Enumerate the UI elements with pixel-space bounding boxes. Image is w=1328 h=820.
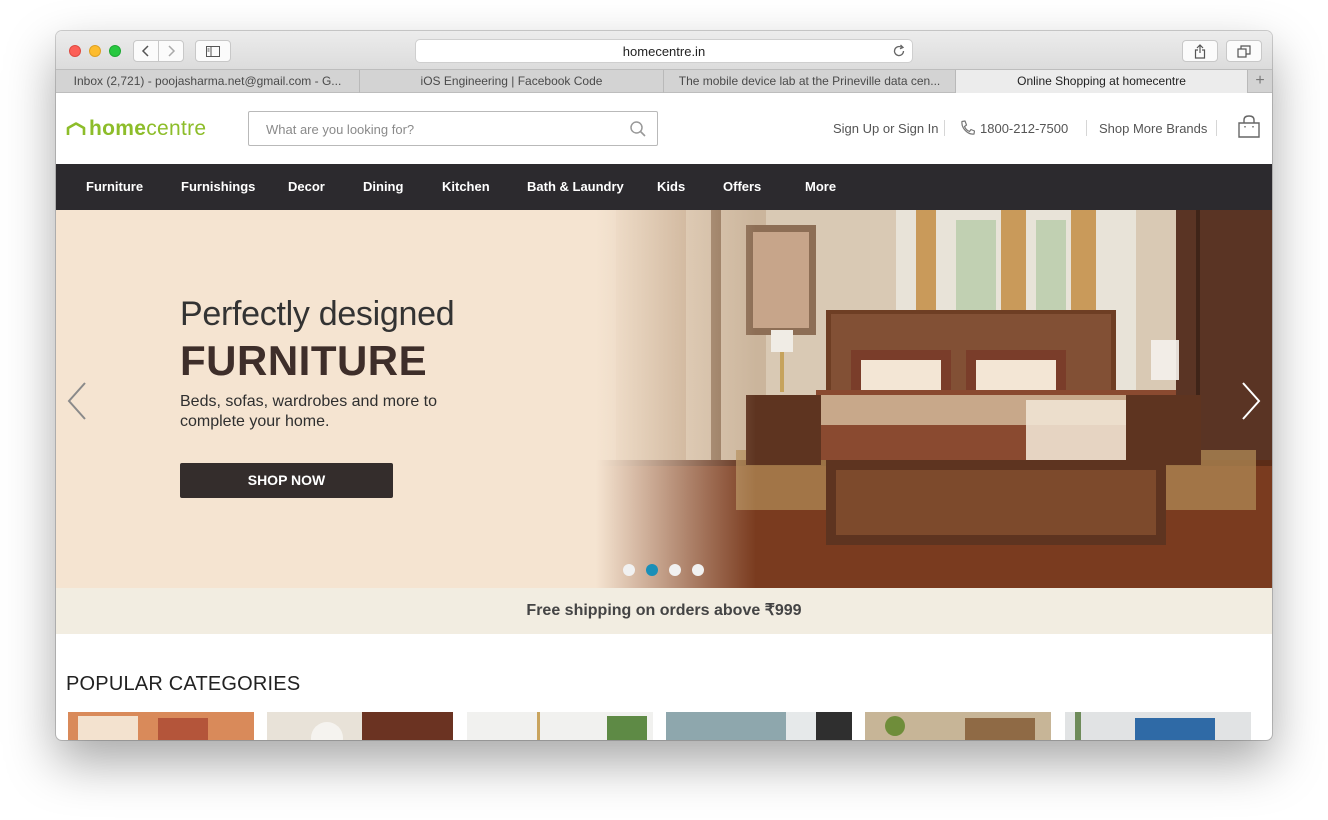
nav-item-furniture[interactable]: Furniture xyxy=(86,179,143,194)
new-tab-button[interactable]: + xyxy=(1248,70,1272,93)
nav-item-kitchen[interactable]: Kitchen xyxy=(442,179,490,194)
nav-item-furnishings[interactable]: Furnishings xyxy=(181,179,255,194)
shop-now-button[interactable]: SHOP NOW xyxy=(180,463,393,498)
browser-window: homecentre.in Inbox (2,721) - poojasharm… xyxy=(56,31,1272,740)
category-image-kitchenware xyxy=(865,712,1051,740)
close-window-button[interactable] xyxy=(69,45,81,57)
carousel-dot-4[interactable] xyxy=(692,564,704,576)
hero-title-line2: FURNITURE xyxy=(180,337,428,384)
category-thumbnail[interactable] xyxy=(1065,712,1251,740)
nav-item-dining[interactable]: Dining xyxy=(363,179,403,194)
carousel-dot-1[interactable] xyxy=(623,564,635,576)
minimize-window-button[interactable] xyxy=(89,45,101,57)
nav-item-more[interactable]: More xyxy=(805,179,836,194)
phone-icon xyxy=(961,120,975,135)
chevron-right-icon xyxy=(168,45,176,57)
popular-categories-title: POPULAR CATEGORIES xyxy=(66,673,301,695)
category-image-decor xyxy=(467,712,653,740)
nav-item-decor[interactable]: Decor xyxy=(288,179,325,194)
category-image-dining xyxy=(267,712,453,740)
nav-item-kids[interactable]: Kids xyxy=(657,179,685,194)
logo-text-home: home xyxy=(89,117,147,140)
shopping-bag-icon[interactable] xyxy=(1237,115,1261,139)
reload-icon[interactable] xyxy=(892,44,906,58)
browser-toolbar: homecentre.in xyxy=(56,31,1272,69)
zoom-window-button[interactable] xyxy=(109,45,121,57)
search-icon[interactable] xyxy=(629,120,647,138)
nav-item-offers[interactable]: Offers xyxy=(723,179,761,194)
tab-mobile-device-lab[interactable]: The mobile device lab at the Prineville … xyxy=(664,70,956,93)
hero-image-fade xyxy=(596,210,756,588)
category-thumbnail[interactable] xyxy=(267,712,453,740)
chevron-left-icon xyxy=(141,45,149,57)
shop-more-brands-link[interactable]: Shop More Brands xyxy=(1099,121,1207,136)
hero-carousel[interactable]: Perfectly designed FURNITURE Beds, sofas… xyxy=(56,210,1272,588)
carousel-dots xyxy=(623,564,704,576)
carousel-next-arrow-icon[interactable] xyxy=(1240,381,1262,421)
category-thumbnail[interactable] xyxy=(666,712,852,740)
header-divider xyxy=(944,120,945,136)
header-divider xyxy=(1216,120,1217,136)
search-box[interactable]: What are you looking for? xyxy=(248,111,658,146)
hero-title-line1: Perfectly designed xyxy=(180,295,455,333)
home-roof-icon xyxy=(66,122,86,135)
carousel-dot-2[interactable] xyxy=(646,564,658,576)
homecentre-logo[interactable]: home centre xyxy=(66,117,206,141)
signin-link[interactable]: Sign Up or Sign In xyxy=(833,121,939,136)
tab-bar: Inbox (2,721) - poojasharma.net@gmail.co… xyxy=(56,69,1272,93)
category-thumbnail[interactable] xyxy=(467,712,653,740)
free-shipping-banner: Free shipping on orders above ₹999 xyxy=(56,588,1272,634)
sidebar-toggle-button[interactable] xyxy=(195,40,231,62)
category-image-kitchen xyxy=(666,712,852,740)
nav-item-bath-laundry[interactable]: Bath & Laundry xyxy=(527,179,624,194)
back-button[interactable] xyxy=(133,40,159,62)
sidebar-icon xyxy=(206,45,220,57)
category-thumbnail[interactable] xyxy=(865,712,1051,740)
header-divider xyxy=(1086,120,1087,136)
share-icon xyxy=(1194,43,1206,59)
category-image-bedding xyxy=(68,712,254,740)
address-bar[interactable]: homecentre.in xyxy=(415,39,913,63)
site-header: home centre What are you looking for? Sig… xyxy=(56,93,1272,164)
category-image-furniture xyxy=(1065,712,1251,740)
show-tabs-button[interactable] xyxy=(1226,40,1262,62)
logo-text-centre: centre xyxy=(146,117,207,140)
main-navigation: Furniture Furnishings Decor Dining Kitch… xyxy=(56,164,1272,210)
tab-ios-engineering[interactable]: iOS Engineering | Facebook Code xyxy=(360,70,664,93)
tabs-overview-icon xyxy=(1237,44,1251,58)
tab-homecentre[interactable]: Online Shopping at homecentre xyxy=(956,70,1248,93)
phone-number-link[interactable]: 1800-212-7500 xyxy=(980,121,1068,136)
category-thumbnail[interactable] xyxy=(68,712,254,740)
carousel-dot-3[interactable] xyxy=(669,564,681,576)
share-button[interactable] xyxy=(1182,40,1218,62)
forward-button[interactable] xyxy=(158,40,184,62)
carousel-prev-arrow-icon[interactable] xyxy=(66,381,88,421)
address-url: homecentre.in xyxy=(622,44,706,59)
search-placeholder: What are you looking for? xyxy=(266,122,415,137)
hero-subtitle: Beds, sofas, wardrobes and more to compl… xyxy=(180,393,438,430)
tab-gmail[interactable]: Inbox (2,721) - poojasharma.net@gmail.co… xyxy=(56,70,360,93)
